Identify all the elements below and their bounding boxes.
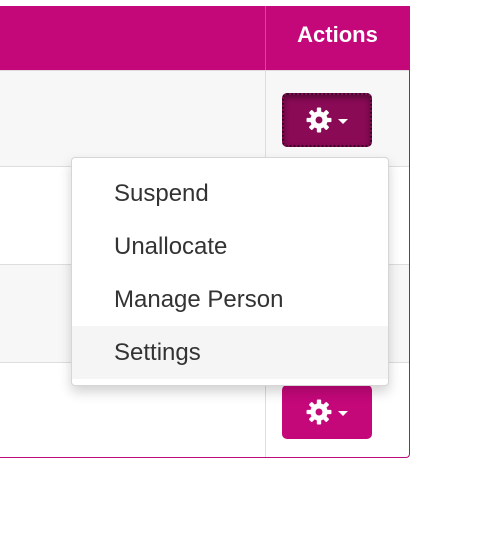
gear-icon bbox=[306, 107, 332, 133]
actions-column-header: Actions bbox=[297, 22, 378, 47]
cell-divider bbox=[265, 71, 266, 166]
caret-down-icon bbox=[338, 118, 348, 124]
caret-down-icon bbox=[338, 410, 348, 416]
menu-item-suspend[interactable]: Suspend bbox=[72, 167, 388, 220]
row-actions-dropdown-menu: Suspend Unallocate Manage Person Setting… bbox=[71, 157, 389, 386]
table-header-row: Actions bbox=[0, 6, 409, 70]
gear-icon bbox=[306, 399, 332, 425]
table-row bbox=[0, 70, 409, 166]
menu-item-settings[interactable]: Settings bbox=[72, 326, 388, 379]
menu-item-unallocate[interactable]: Unallocate bbox=[72, 220, 388, 273]
page: Actions Suspend Unallocate Manage Person… bbox=[0, 0, 481, 544]
row-actions-button-active[interactable] bbox=[282, 93, 372, 147]
menu-item-manage-person[interactable]: Manage Person bbox=[72, 273, 388, 326]
row-actions-button[interactable] bbox=[282, 385, 372, 439]
